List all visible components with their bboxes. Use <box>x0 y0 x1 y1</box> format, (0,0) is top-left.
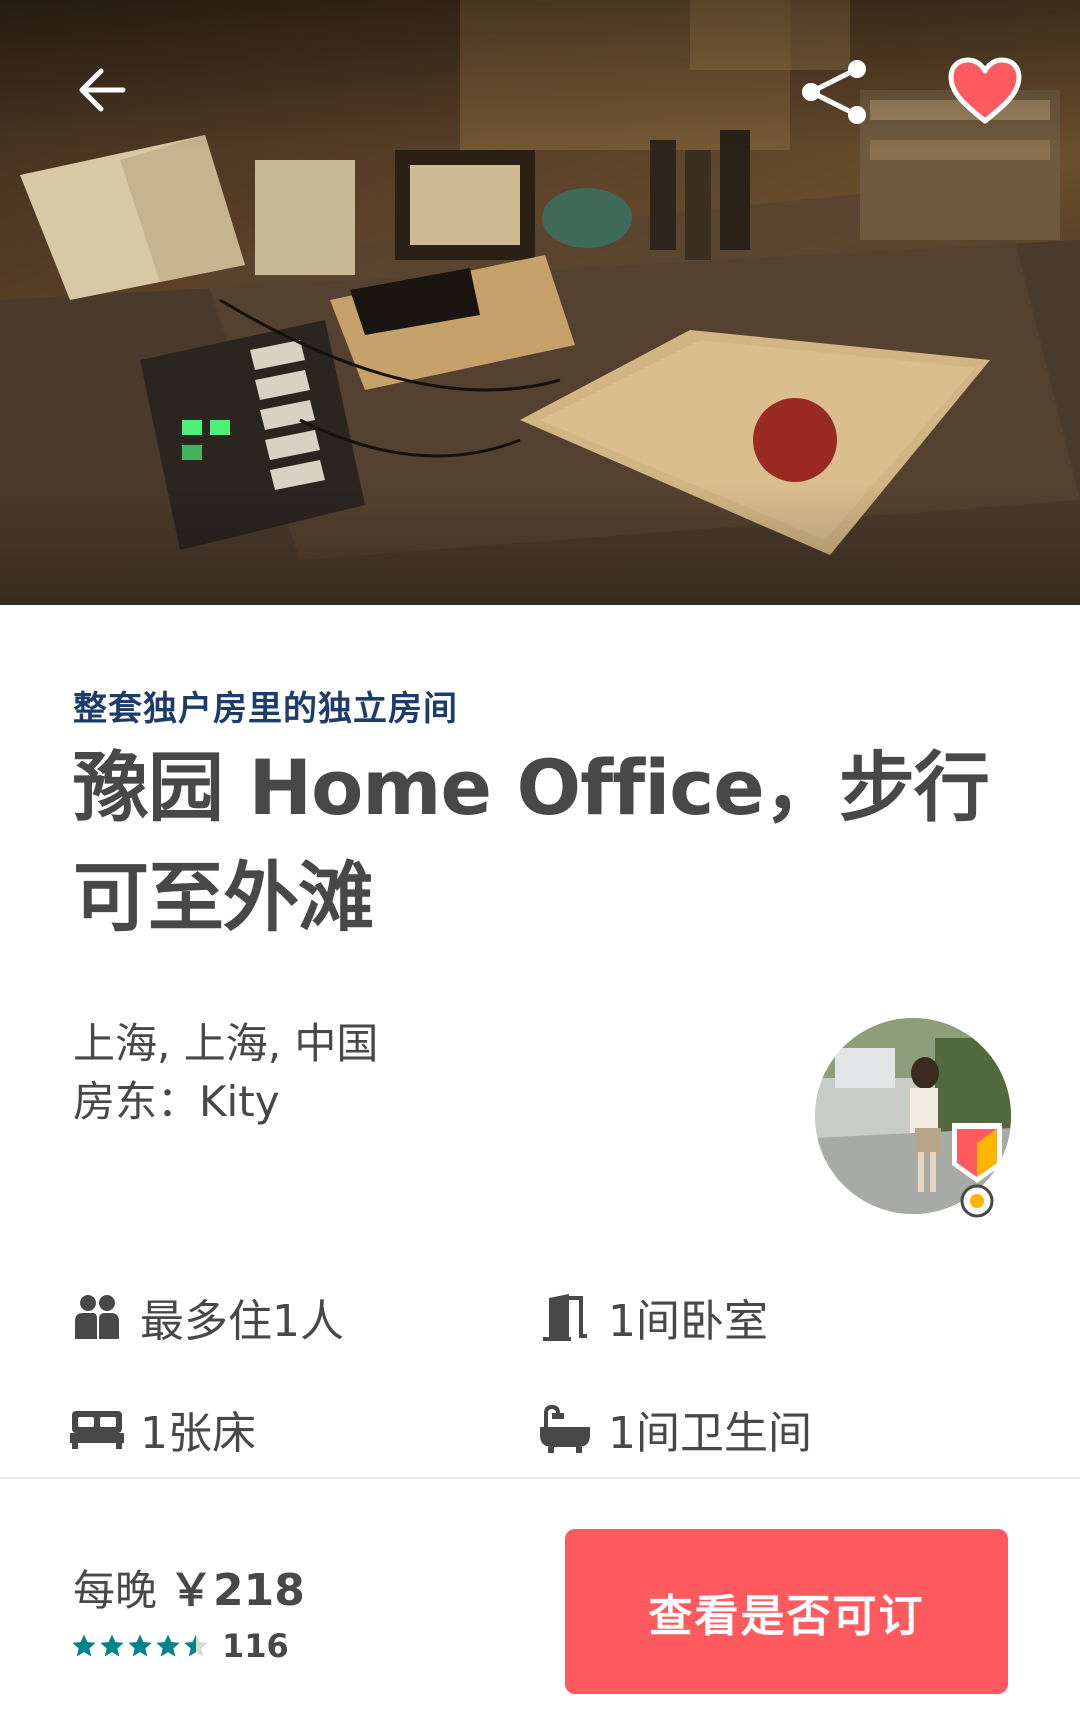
star-icon <box>98 1632 126 1660</box>
back-button[interactable] <box>62 55 142 125</box>
amenity-beds: 1张床 <box>70 1397 256 1461</box>
bedrooms-label: 1间卧室 <box>608 1296 768 1347</box>
door-icon <box>538 1290 592 1344</box>
beds-label: 1张床 <box>140 1408 256 1459</box>
amenity-bathrooms: 1间卫生间 <box>538 1397 812 1461</box>
heart-icon <box>948 57 1022 123</box>
amenity-guests: 最多住1人 <box>70 1285 344 1349</box>
guests-icon <box>70 1290 124 1344</box>
superhost-badge-icon <box>952 1123 1002 1218</box>
photo-shade <box>0 0 1080 605</box>
favorite-button[interactable] <box>940 48 1030 133</box>
half-star-icon <box>182 1632 210 1660</box>
share-icon <box>802 60 866 124</box>
listing-title: 豫园 Home Office，步行可至外滩 <box>73 743 990 942</box>
listing-location: 上海, 上海, 中国 <box>73 1019 379 1068</box>
check-availability-label: 查看是否可订 <box>648 1590 925 1642</box>
review-count: 116 <box>222 1627 289 1665</box>
host-name: Kity <box>199 1077 280 1126</box>
price-line: 每晚 ￥218 <box>73 1554 305 1618</box>
star-icon <box>70 1632 98 1660</box>
booking-bar: 每晚 ￥218 116 查看是否可订 <box>0 1477 1080 1728</box>
bed-icon <box>70 1402 124 1456</box>
check-availability-button[interactable]: 查看是否可订 <box>565 1529 1008 1694</box>
star-rating <box>70 1632 210 1660</box>
per-night-label: 每晚 <box>73 1566 158 1615</box>
rating[interactable]: 116 <box>70 1627 289 1665</box>
bathtub-icon <box>538 1402 592 1456</box>
amenity-bedrooms: 1间卧室 <box>538 1285 768 1349</box>
arrow-left-icon <box>79 68 126 112</box>
host-line[interactable]: 房东：Kity <box>73 1073 280 1131</box>
star-icon <box>154 1632 182 1660</box>
share-button[interactable] <box>790 52 880 132</box>
listing-photo[interactable] <box>0 0 1080 605</box>
room-type: 整套独户房里的独立房间 <box>73 689 458 729</box>
guests-label: 最多住1人 <box>140 1296 344 1347</box>
bathrooms-label: 1间卫生间 <box>608 1408 812 1459</box>
nightly-price: ￥218 <box>169 1565 305 1616</box>
host-label: 房东： <box>73 1077 200 1126</box>
star-icon <box>126 1632 154 1660</box>
